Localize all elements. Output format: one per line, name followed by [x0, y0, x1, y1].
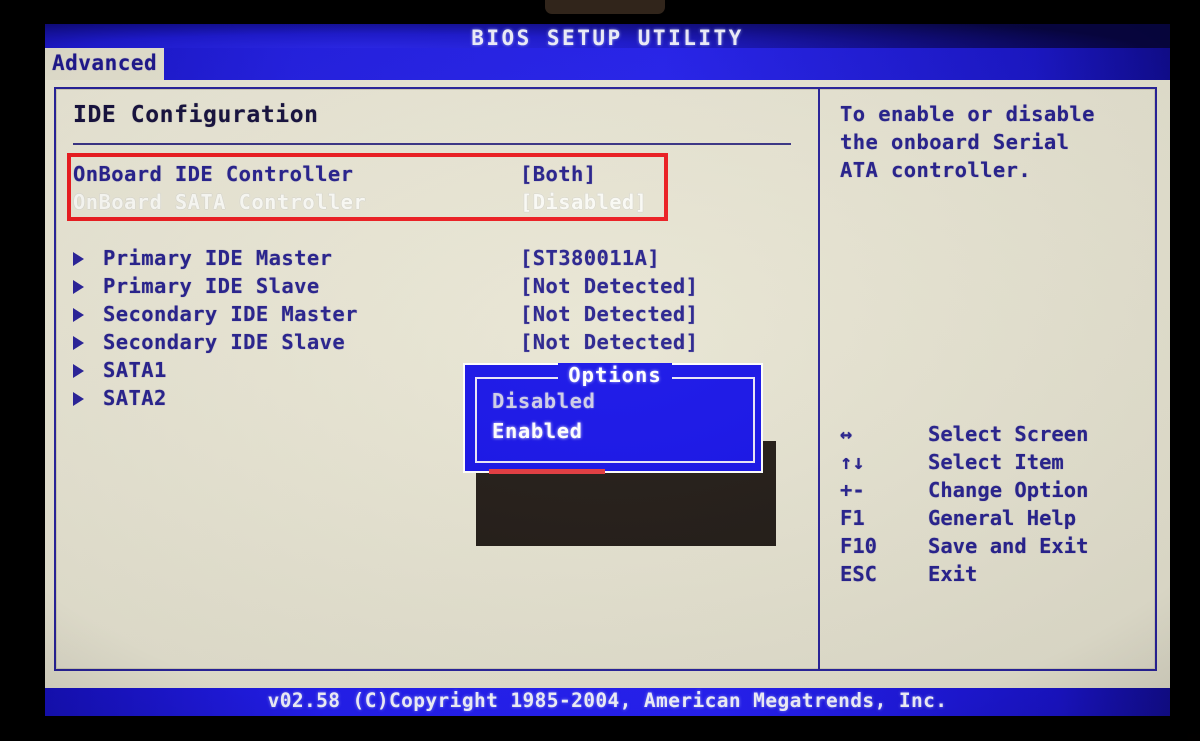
- triangle-right-icon: [73, 392, 84, 406]
- arrows-left-right-icon: ↔: [840, 422, 853, 446]
- key-legend-label: Save and Exit: [928, 534, 1089, 558]
- tab-advanced-label: Advanced: [52, 51, 158, 75]
- setting-label: OnBoard SATA Controller: [73, 190, 367, 214]
- setting-value: [Not Detected]: [520, 302, 699, 326]
- triangle-right-icon: [73, 336, 84, 350]
- key-legend-label: Change Option: [928, 478, 1089, 502]
- key-legend-label: Select Screen: [928, 422, 1089, 446]
- setting-row-onboard-ide-controller[interactable]: OnBoard IDE Controller [Both]: [73, 160, 803, 188]
- setting-label: Secondary IDE Master: [103, 302, 358, 326]
- triangle-right-icon: [73, 280, 84, 294]
- triangle-right-icon: [73, 364, 84, 378]
- copyright-text: v02.58 (C)Copyright 1985-2004, American …: [267, 689, 948, 712]
- tab-bar: Advanced: [45, 48, 1170, 80]
- setting-value: [Not Detected]: [520, 274, 699, 298]
- option-item-label: Disabled: [492, 389, 596, 413]
- setting-row-primary-ide-master[interactable]: Primary IDE Master [ST380011A]: [73, 244, 803, 272]
- setting-label: Secondary IDE Slave: [103, 330, 346, 354]
- help-text-line-1: To enable or disable: [840, 102, 1095, 126]
- key-esc-label: ESC: [840, 562, 878, 586]
- content-area: IDE Configuration OnBoard IDE Controller…: [45, 80, 1170, 688]
- setting-row-onboard-sata-controller[interactable]: OnBoard SATA Controller [Disabled]: [73, 188, 803, 216]
- page-title: BIOS SETUP UTILITY: [471, 26, 744, 50]
- key-legend-label: General Help: [928, 506, 1077, 530]
- setting-value: [Not Detected]: [520, 330, 699, 354]
- key-f10-label: F10: [840, 534, 878, 558]
- setting-label: Primary IDE Slave: [103, 274, 320, 298]
- key-legend-label: Exit: [928, 562, 978, 586]
- setting-label: Primary IDE Master: [103, 246, 333, 270]
- option-item-enabled[interactable]: Enabled: [492, 419, 583, 443]
- options-dialog-title: Options: [465, 363, 765, 387]
- annotation-underline: [489, 469, 605, 474]
- triangle-right-icon: [73, 252, 84, 266]
- title-bar: BIOS SETUP UTILITY: [45, 24, 1170, 50]
- setting-row-secondary-ide-slave[interactable]: Secondary IDE Slave [Not Detected]: [73, 328, 803, 356]
- bios-screen: BIOS SETUP UTILITY Advanced IDE Configur…: [45, 24, 1170, 716]
- key-f1-label: F1: [840, 506, 865, 530]
- plus-minus-icon: +-: [840, 478, 865, 502]
- tab-advanced[interactable]: Advanced: [45, 48, 165, 80]
- section-title: IDE Configuration: [73, 102, 319, 128]
- options-dialog[interactable]: Options Disabled Enabled: [463, 363, 765, 474]
- options-dialog-title-label: Options: [558, 363, 672, 387]
- setting-label: OnBoard IDE Controller: [73, 162, 354, 186]
- help-text-line-3: ATA controller.: [840, 158, 1032, 182]
- monitor-bezel-notch: [545, 0, 665, 14]
- arrows-up-down-icon: ↑↓: [840, 450, 865, 474]
- setting-row-primary-ide-slave[interactable]: Primary IDE Slave [Not Detected]: [73, 272, 803, 300]
- setting-row-secondary-ide-master[interactable]: Secondary IDE Master [Not Detected]: [73, 300, 803, 328]
- setting-value: [ST380011A]: [520, 246, 661, 270]
- setting-value: [Disabled]: [520, 190, 648, 214]
- option-item-disabled[interactable]: Disabled: [492, 389, 596, 413]
- setting-label: SATA1: [103, 358, 167, 382]
- section-divider: [73, 143, 791, 145]
- option-item-label: Enabled: [492, 419, 583, 443]
- setting-value: [Both]: [520, 162, 597, 186]
- triangle-right-icon: [73, 308, 84, 322]
- monitor-photo-frame: BIOS SETUP UTILITY Advanced IDE Configur…: [0, 0, 1200, 741]
- setting-label: SATA2: [103, 386, 167, 410]
- footer-bar: v02.58 (C)Copyright 1985-2004, American …: [45, 688, 1170, 716]
- help-text-line-2: the onboard Serial: [840, 130, 1070, 154]
- key-legend-label: Select Item: [928, 450, 1064, 474]
- panel-divider: [818, 89, 820, 669]
